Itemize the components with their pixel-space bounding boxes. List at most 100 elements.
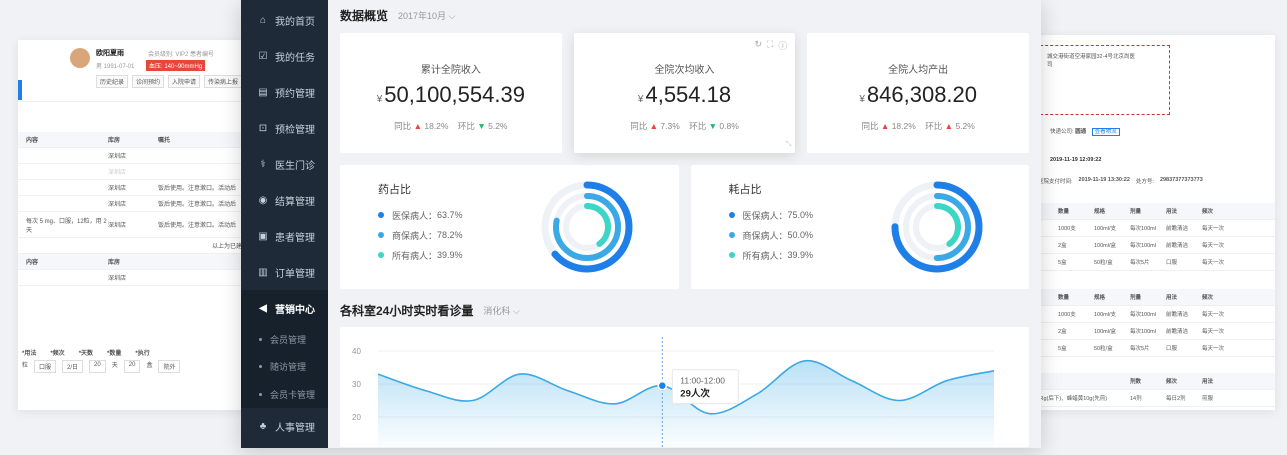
resize-handle-icon[interactable]: ⤡ [786,141,792,149]
ratio-legend: 医保病人： 63.7% 商保病人： 78.2% 所有病人： 39.9% [378,205,463,265]
consumable-ratio-card: 耗占比 医保病人： 75.0% 商保病人： 50.0% 所有病人： 39.9% [690,165,1029,289]
mom-label: 环比 [925,121,943,131]
table-row: 2盒 100ml/盒 每次100ml 前瞻清洁 每天一次 [1030,237,1275,254]
yoy-label: 同比 [630,121,648,131]
order-date: 2019-11-19 12:09:22 [1050,157,1102,163]
legend-label: 商保病人： [392,230,438,241]
sidebar-item-home[interactable]: ⌂ 我的首页 [241,2,328,38]
col-freq: 频次 [1166,379,1178,385]
legend-label: 所有病人： [742,250,788,261]
stat-value: ¥50,100,554.39 [340,82,562,108]
data-point[interactable] [657,380,668,391]
col-freq: 频次 [1202,209,1214,215]
mom-value: 5.2% [488,121,508,131]
col-dose-count: 剂数 [1130,379,1142,385]
cell: 1000支 [1058,226,1076,232]
card-toolbar: ↻ ⛶ ⓘ [754,39,787,52]
cell: 1000支 [1058,312,1076,318]
up-arrow-icon: ▲ [944,121,954,131]
sidebar-subitem-member-cards[interactable]: 会员卡管理 [241,380,328,408]
date-selector[interactable]: 2017年10月 ⌵ [398,9,455,22]
frequency-select[interactable]: 2/日 [62,360,84,373]
sidebar-item-label: 我的首页 [275,16,315,28]
execute-select[interactable]: 院外 [158,360,181,373]
address-text-2: 司 [1047,62,1053,68]
drug-table-2: 数量 规格 剂量 用法 频次 1000支 100ml/支 每次100ml 前瞻清洁 每天… [1030,289,1275,357]
sidebar-item-marketing[interactable]: ◀ 营销中心 [241,290,328,326]
refresh-icon[interactable]: ↻ [754,39,762,52]
cell: 每次100ml [1130,329,1156,335]
col-freq: 频次 [1202,295,1214,301]
mom-value: 5.2% [955,121,975,131]
sidebar-item-label: 预约管理 [275,88,315,100]
col-usage: 用法 [1166,209,1178,215]
patient-name: 欧阳夏雨 [96,50,124,57]
cell: 前瞻清洁 [1166,243,1189,249]
stat-card-avg-revenue: ↻ ⛶ ⓘ 全院次均收入 ¥4,554.18 同比 ▲ 7.3% 环比 ▼ 0.… [573,33,796,153]
sidebar-subitem-members[interactable]: 会员管理 [241,326,328,352]
sidebar-subitem-label: 会员卡管理 [270,389,316,400]
sidebar-item-settlement[interactable]: ◉ 结算管理 [241,182,328,218]
department-selector[interactable]: 消化科 ⌵ [483,304,519,317]
bullet-icon [259,337,262,341]
quantity-label: *数量 [107,351,122,357]
unit-field[interactable]: 粒 [22,360,28,373]
history-tag[interactable]: 历史纪录 [96,75,129,88]
sidebar: ⌂ 我的首页 ☑ 我的任务 ▤ 预约管理 ⊡ 预检管理 ⚕ 医生门诊 ◉ 结算管理 ▣ 患者管… [241,0,328,448]
table-note-row: 以上为已建交易 [18,238,258,254]
cell: 100ml/支 [1094,226,1117,232]
sidebar-item-clinic[interactable]: ⚕ 医生门诊 [241,146,328,182]
quantity-input[interactable]: 20 [123,360,141,373]
days-input[interactable]: 20 [89,360,106,373]
dosage-form-labels: *用法 *频次 *天数 *数量 *执行 [22,348,254,357]
table-row: 香Rg(后下)、蜂蜡黄10g(先煎) 14剂 每日2剂 煎服 [1030,390,1275,407]
sidebar-item-precheck[interactable]: ⊡ 预检管理 [241,110,328,146]
stat-number: 846,308.20 [866,82,978,107]
patient-meta: 会员级别: VIP2 患者编号 [148,52,215,58]
cell: 每天一次 [1202,243,1225,249]
sidebar-item-hr[interactable]: ♣ 人事管理 [241,408,328,444]
down-arrow-icon: ▼ [477,121,486,131]
prescription-label: 处方号: [1135,179,1154,185]
sidebar-subitem-followup[interactable]: 随访管理 [241,352,328,380]
currency-symbol: ¥ [637,94,644,105]
calendar-icon: ▤ [258,86,268,98]
cell-store: 深圳店 [108,154,127,160]
sidebar-subitem-label: 会员管理 [270,334,307,345]
legend-label: 所有病人： [392,250,438,261]
legend-item: 所有病人： 39.9% [728,245,813,265]
table-header: 剂数 频次 用法 [1030,373,1275,390]
stat-cards: 累计全院收入 ¥50,100,554.39 同比 ▲ 18.2% 环比 ▼ 5.… [340,33,1030,153]
sidebar-item-orders[interactable]: ▥ 订单管理 [241,254,328,290]
ratio-cards: 药占比 医保病人： 63.7% 商保病人： 78.2% 所有病人： 39.9% 耗占比… [340,165,1029,289]
y-tick-label: 40 [352,347,361,356]
sidebar-item-appointments[interactable]: ▤ 预约管理 [241,74,328,110]
legend-item: 所有病人： 39.9% [378,245,463,265]
legend-label: 商保病人： [742,230,788,241]
usage-select[interactable]: 口服 [34,360,57,373]
address-box: 城交港街道空港家园32-4号北京尚医 司 [1040,45,1170,115]
cell-store: 深圳店 [108,276,127,282]
fullscreen-icon[interactable]: ⛶ [767,39,773,52]
legend-value: 39.9% [437,250,463,260]
stat-label: 累计全院收入 [420,65,481,76]
sidebar-item-label: 医生门诊 [275,160,315,172]
home-icon: ⌂ [259,14,267,26]
legend-dot-icon [728,232,735,238]
view-logistics-button[interactable]: 查看物流 [1091,128,1120,136]
info-icon[interactable]: ⓘ [778,39,787,52]
shipping-company: 圆通 [1075,129,1087,135]
cell: 每次5片 [1130,260,1150,266]
sidebar-item-patients[interactable]: ▣ 患者管理 [241,218,328,254]
sidebar-item-tasks[interactable]: ☑ 我的任务 [241,38,328,74]
cell: 50粒/盒 [1094,346,1113,352]
legend-value: 50.0% [787,230,814,240]
sidebar-item-label: 订单管理 [275,268,315,280]
page-title: 数据概览 [340,8,389,23]
admission-tag[interactable]: 入院申请 [168,75,201,88]
yoy-value: 7.3% [660,121,680,131]
appointment-tag[interactable]: 诊间预约 [132,75,165,88]
report-tag[interactable]: 传染病上报 [204,75,243,88]
tooltip-time: 11:00-12:00 [680,376,725,386]
background-order-panel: 城交港街道空港家园32-4号北京尚医 司 快递公司: 圆通 查看物流 2019-… [1030,35,1275,410]
